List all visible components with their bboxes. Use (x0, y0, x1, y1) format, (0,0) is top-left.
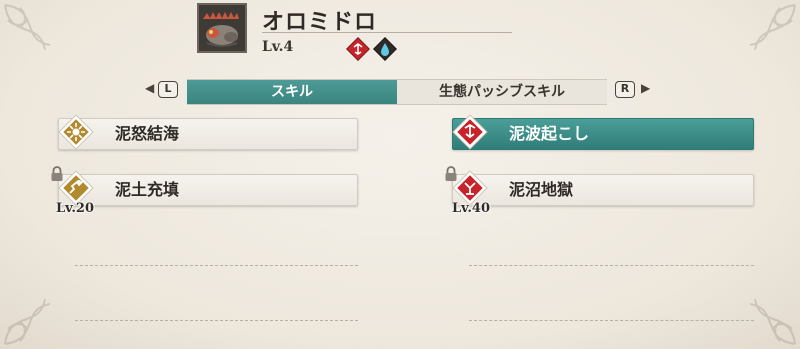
tab-passive-skill[interactable]: 生態パッシブスキル (397, 80, 607, 104)
corner-ornament (749, 4, 796, 51)
prev-arrow-icon[interactable]: ◀ (145, 81, 154, 95)
empty-skill-slot (75, 265, 358, 266)
next-arrow-icon[interactable]: ▶ (641, 81, 650, 95)
r-key-button[interactable]: R (615, 81, 635, 98)
water-drop-icon (373, 37, 397, 61)
skill-name: 泥怒結海 (115, 124, 180, 143)
tab-skill[interactable]: スキル (187, 80, 397, 104)
power-up-skill-icon (58, 114, 94, 150)
empty-skill-slot (75, 320, 358, 321)
divider (262, 32, 512, 33)
lock-icon (50, 166, 64, 182)
skill-name: 泥沼地獄 (509, 180, 574, 199)
empty-skill-slot (469, 320, 754, 321)
skill-name: 泥土充填 (115, 180, 180, 199)
skill-slot[interactable]: 泥怒結海 (58, 118, 358, 150)
corner-ornament (4, 298, 51, 345)
skill-slot-selected[interactable]: 泥波起こし (452, 118, 754, 150)
l-key-button[interactable]: L (158, 81, 178, 98)
skill-slot[interactable]: 泥沼地獄 (452, 174, 754, 206)
corner-ornament (749, 298, 796, 345)
corner-ornament (4, 4, 51, 51)
tab-bar: スキル 生態パッシブスキル (187, 79, 607, 105)
attack-skill-icon (452, 114, 488, 150)
skill-slot[interactable]: 泥土充填 (58, 174, 358, 206)
monster-level: Lv.4 (262, 39, 294, 55)
skill-name: 泥波起こし (509, 124, 590, 143)
monster-portrait-icon (197, 3, 247, 53)
water-element-icon (346, 37, 370, 61)
required-level: Lv.20 (56, 201, 95, 216)
empty-skill-slot (469, 265, 754, 266)
required-level: Lv.40 (452, 201, 491, 216)
lock-icon (444, 166, 458, 182)
